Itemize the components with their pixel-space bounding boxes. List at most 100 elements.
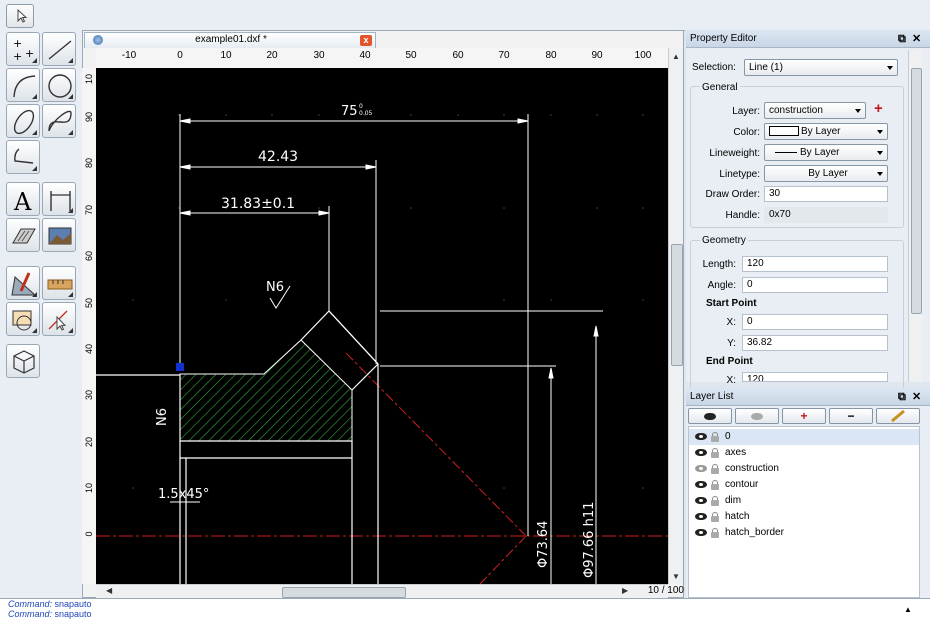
close-panel-icon[interactable]: ✕ (912, 30, 921, 48)
ruler-x-tick: 90 (591, 50, 603, 61)
ruler-x-tick: 30 (313, 50, 325, 61)
vertical-scroll-thumb[interactable] (671, 244, 683, 366)
close-panel-icon[interactable]: ✕ (912, 388, 921, 406)
eye-off-icon (751, 413, 763, 420)
point-tool-button[interactable]: + + + (6, 32, 40, 66)
scroll-up-icon[interactable]: ▲ (672, 52, 680, 61)
lock-icon[interactable] (711, 432, 719, 442)
layer-item-0[interactable]: 0 (689, 429, 919, 445)
chevron-down-icon (855, 109, 861, 113)
eye-icon[interactable] (695, 449, 707, 456)
arc-tool-button[interactable] (6, 68, 40, 102)
eye-icon[interactable] (695, 433, 707, 440)
add-layer-button[interactable]: + (782, 408, 826, 424)
hide-all-layers-button[interactable] (735, 408, 779, 424)
length-field[interactable]: 120 (742, 256, 888, 272)
lock-icon[interactable] (711, 448, 719, 458)
dim-75-tol-upper: 0 (359, 103, 363, 110)
color-combo[interactable]: By Layer (764, 123, 888, 140)
angle-field[interactable]: 0 (742, 277, 888, 293)
eye-icon[interactable] (695, 529, 707, 536)
line-tool-button[interactable] (42, 32, 76, 66)
circle-tool-button[interactable] (42, 68, 76, 102)
ellipse-tool-button[interactable] (6, 104, 40, 138)
selection-combo[interactable]: Line (1) (744, 59, 898, 76)
layer-item-construction[interactable]: construction (689, 461, 919, 477)
document-tab[interactable]: example01.dxf * x (84, 32, 376, 48)
lock-icon[interactable] (711, 480, 719, 490)
axis-diagonal (345, 352, 527, 537)
text-tool-button[interactable]: A (6, 182, 40, 216)
linetype-combo[interactable]: By Layer (764, 165, 888, 182)
edit-layer-button[interactable] (876, 408, 920, 424)
layer-value: construction (769, 105, 823, 116)
ruler-x-tick: 10 (220, 50, 232, 61)
spline-tool-button[interactable] (42, 104, 76, 138)
layer-item-axes[interactable]: axes (689, 445, 919, 461)
layer-item-hatch-border[interactable]: hatch_border (689, 525, 919, 541)
end-x-label: X: (726, 375, 736, 386)
draw-order-field[interactable]: 30 (764, 186, 888, 202)
start-y-field[interactable]: 36.82 (742, 335, 888, 351)
eye-icon[interactable] (695, 513, 707, 520)
angle-label: Angle: (707, 280, 736, 291)
start-x-field[interactable]: 0 (742, 314, 888, 330)
layer-name: axes (725, 447, 747, 458)
command-text: snapauto (54, 599, 92, 609)
lineweight-label: Lineweight: (709, 148, 760, 159)
select-pointer-button[interactable] (6, 4, 34, 28)
image-icon (48, 227, 72, 245)
measure-tool-button[interactable] (42, 266, 76, 300)
image-tool-button[interactable] (42, 218, 76, 252)
layer-item-contour[interactable]: contour (689, 477, 919, 493)
start-y-label: Y: (727, 338, 736, 349)
float-panel-icon[interactable]: ⧉ (898, 388, 906, 406)
layer-name: 0 (725, 431, 731, 442)
lock-icon[interactable] (711, 464, 719, 474)
vertical-scrollbar[interactable]: ▲ ▼ (668, 48, 683, 584)
layer-item-hatch[interactable]: hatch (689, 509, 919, 525)
drawing-canvas[interactable]: 75 0 0.05 42.43 31.83±0.1 N6 N6 1.5x45° … (96, 68, 668, 584)
close-tab-icon[interactable]: x (360, 35, 372, 46)
length-label: Length: (702, 259, 736, 270)
block-tool-button[interactable] (6, 302, 40, 336)
layer-name: hatch_border (725, 527, 784, 538)
lock-icon[interactable] (711, 528, 719, 538)
scroll-right-icon[interactable]: ▶ (622, 586, 628, 595)
dimension-tool-button[interactable] (42, 182, 76, 216)
lineweight-combo[interactable]: By Layer (764, 144, 888, 161)
horizontal-scrollbar[interactable]: ◀ ▶ (96, 584, 668, 599)
vertical-ruler: 10 90 80 70 60 50 40 30 20 10 0 (82, 68, 97, 584)
horizontal-scroll-thumb[interactable] (282, 587, 406, 598)
snap-tool-button[interactable] (42, 302, 76, 336)
scroll-left-icon[interactable]: ◀ (106, 586, 112, 595)
ruler-x-tick: -10 (121, 50, 137, 61)
minus-icon: − (847, 409, 855, 423)
polyline-tool-button[interactable] (6, 140, 40, 174)
command-scroll-up-icon[interactable]: ▲ (904, 605, 912, 614)
layer-combo[interactable]: construction (764, 102, 866, 119)
eye-icon[interactable] (695, 481, 707, 488)
hatch-tool-button[interactable] (6, 218, 40, 252)
layer-list-title: Layer List (686, 388, 930, 406)
lock-icon[interactable] (711, 496, 719, 506)
end-x-field[interactable]: 120 (742, 372, 888, 382)
scroll-down-icon[interactable]: ▼ (672, 572, 680, 581)
float-panel-icon[interactable]: ⧉ (898, 30, 906, 48)
svg-text:+: + (13, 37, 22, 50)
remove-layer-button[interactable]: − (829, 408, 873, 424)
3d-view-tool-button[interactable] (6, 344, 40, 378)
property-scroll-thumb[interactable] (911, 68, 922, 314)
modify-tool-button[interactable] (6, 266, 40, 300)
ruler-y-tick: 60 (84, 251, 94, 262)
layer-item-dim[interactable]: dim (689, 493, 919, 509)
property-scrollbar[interactable] (908, 50, 923, 382)
selection-grip[interactable] (176, 363, 184, 371)
eye-icon[interactable] (695, 497, 707, 504)
eye-off-icon[interactable] (695, 465, 707, 472)
lock-icon[interactable] (711, 512, 719, 522)
add-layer-icon[interactable]: + (874, 100, 883, 117)
show-all-layers-button[interactable] (688, 408, 732, 424)
color-value: By Layer (801, 126, 841, 137)
ruler-y-tick: 40 (84, 344, 94, 355)
